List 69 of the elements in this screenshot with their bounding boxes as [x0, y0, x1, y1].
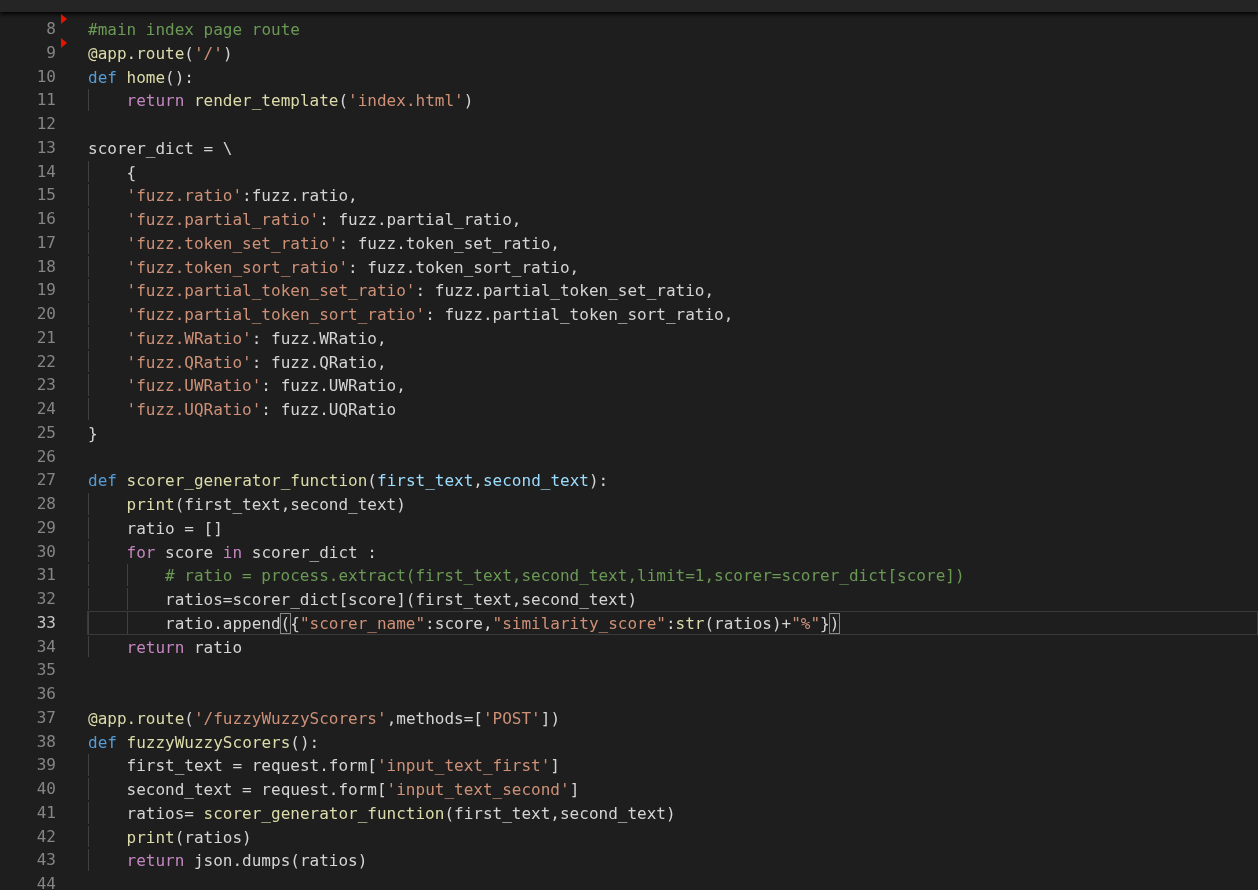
line-number: 43: [35, 849, 56, 872]
code-line: #main index page route: [88, 19, 300, 40]
code-line: return render_template('index.html'): [126, 90, 474, 111]
code-line: @app.route('/'): [88, 42, 233, 64]
line-number: 28: [35, 493, 56, 515]
line-number: 33: [35, 611, 56, 634]
code-line: 'fuzz.WRatio': fuzz.WRatio,: [126, 327, 387, 349]
code-line: 'fuzz.UWRatio': fuzz.UWRatio,: [126, 375, 406, 396]
code-line: def home():: [88, 66, 194, 88]
code-line: 'fuzz.partial_token_set_ratio': fuzz.partial_token_set_ratio,: [126, 280, 715, 301]
code-line: 'fuzz.partial_ratio': fuzz.partial_ratio,: [126, 209, 522, 230]
line-number: 17: [35, 231, 56, 254]
code-line: print(ratios): [126, 826, 252, 848]
line-number: 41: [35, 801, 56, 824]
line-number: 26: [35, 445, 56, 468]
line-number: 22: [35, 350, 56, 373]
code-line: ratio.append({"scorer_name":score,"similarity_score":str(ratios)+"%"}): [165, 612, 840, 634]
line-number: 13: [35, 136, 56, 159]
line-number: 9: [45, 41, 56, 64]
code-line: # ratio = process.extract(first_text,second_text,limit=1,scorer=scorer_dict[score]): [165, 565, 965, 586]
line-number: 31: [35, 564, 56, 587]
code-line: print(first_text,second_text): [126, 494, 406, 515]
line-number: 16: [35, 208, 56, 230]
line-number: 8: [45, 18, 56, 40]
line-number: 10: [35, 65, 56, 88]
code-line: 'fuzz.token_sort_ratio': fuzz.token_sort_ratio,: [126, 256, 580, 278]
line-number: 19: [35, 279, 56, 302]
line-number: 37: [35, 706, 56, 729]
line-number: 12: [35, 113, 56, 135]
code-line: first_text = request.form['input_text_first']: [126, 755, 560, 776]
code-line: 'fuzz.ratio':fuzz.ratio,: [126, 185, 358, 206]
line-number: 20: [35, 303, 56, 325]
line-number: 40: [35, 778, 56, 800]
code-line: 'fuzz.QRatio': fuzz.QRatio,: [126, 351, 387, 373]
line-number: 24: [35, 398, 56, 420]
code-line: 'fuzz.UQRatio': fuzz.UQRatio: [126, 399, 397, 420]
line-number: 38: [35, 730, 56, 753]
line-number: 39: [35, 754, 56, 777]
line-number: 42: [35, 825, 56, 848]
code-line: return ratio: [126, 636, 243, 658]
code-line: for score in scorer_dict :: [126, 541, 377, 563]
line-number: 29: [35, 516, 56, 539]
line-number: 36: [35, 683, 56, 705]
code-line: {: [126, 161, 137, 183]
line-number: 25: [35, 421, 56, 444]
code-line: def fuzzyWuzzyScorers():: [88, 731, 320, 753]
line-number: 15: [35, 184, 56, 207]
code-line: ratios= scorer_generator_function(first_text,second_text): [126, 802, 676, 824]
code-line: 'fuzz.partial_token_sort_ratio': fuzz.partial_token_sort_ratio,: [126, 304, 734, 325]
line-number: 27: [35, 469, 56, 492]
line-number: 32: [35, 588, 56, 610]
code-line: ratio = []: [126, 517, 223, 539]
line-number: 44: [35, 873, 56, 890]
code-line: second_text = request.form['input_text_second']: [126, 779, 580, 800]
code-line: def scorer_generator_function(first_text,second_text):: [88, 470, 609, 491]
code-line: 'fuzz.token_set_ratio': fuzz.token_set_ratio,: [126, 232, 560, 254]
line-number: 35: [35, 659, 56, 682]
line-number: 11: [35, 89, 56, 112]
line-number: 23: [35, 374, 56, 397]
code-line: return json.dumps(ratios): [126, 850, 368, 871]
line-number: 30: [35, 540, 56, 563]
line-number: 21: [35, 326, 56, 349]
code-line: scorer_dict = \: [88, 137, 233, 159]
line-number: 14: [35, 160, 56, 183]
line-number: 34: [35, 635, 56, 658]
code-line: ratios=scorer_dict[score](first_text,second_text): [165, 589, 637, 610]
code-line: }: [88, 422, 98, 444]
code-line: @app.route('/fuzzyWuzzyScorers',methods=['POST']): [88, 707, 560, 729]
line-number: 18: [35, 255, 56, 278]
